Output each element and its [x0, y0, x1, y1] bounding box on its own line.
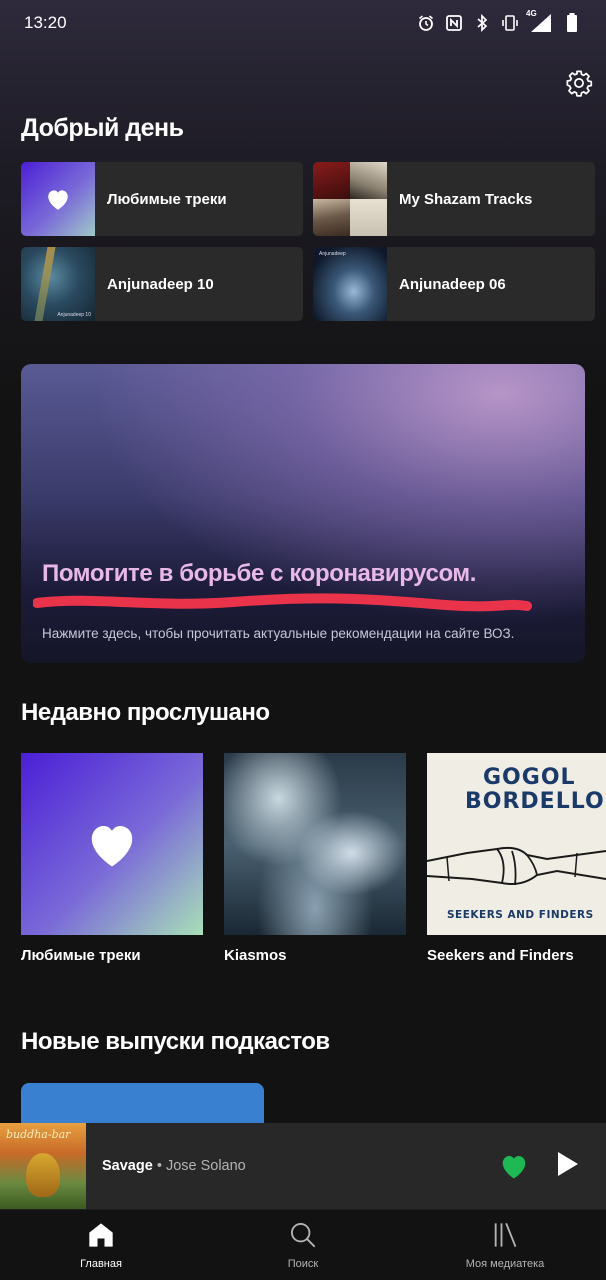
mini-player[interactable]: buddha-bar Savage • Jose Solano [0, 1123, 606, 1209]
signal-icon: 4G [526, 9, 554, 33]
new-podcast-episodes-title: Новые выпуски подкастов [21, 1028, 330, 1055]
track-separator: • [152, 1158, 166, 1174]
library-icon [490, 1220, 520, 1250]
heart-icon [48, 190, 68, 210]
status-bar: 13:20 4G [0, 0, 606, 46]
bottom-navigation: Главная Поиск Моя медиатека [0, 1209, 606, 1280]
shortcut-liked-tracks[interactable]: Любимые треки [21, 162, 303, 236]
shortcut-label: Любимые треки [107, 190, 227, 208]
nav-home[interactable]: Главная [0, 1210, 202, 1280]
nav-search[interactable]: Поиск [202, 1210, 404, 1280]
gear-icon [566, 70, 593, 97]
track-title: Savage [102, 1158, 153, 1174]
nav-label: Моя медиатека [465, 1258, 545, 1270]
bluetooth-icon [472, 13, 492, 33]
vibrate-icon [500, 13, 520, 33]
play-icon [558, 1152, 578, 1176]
greeting-title: Добрый день [21, 114, 184, 142]
shortcut-anjunadeep-10[interactable]: Anjunadeep 10 Anjunadeep 10 [21, 247, 303, 321]
banner-title: Помогите в борьбе с коронавирусом. [42, 560, 477, 587]
seekers-and-finders-art: GOGOL BORDELLO SEEKERS AND FINDERS [427, 753, 606, 935]
track-artist: Jose Solano [165, 1158, 246, 1174]
handshake-illustration [427, 846, 606, 886]
art-text-mid: BORDELLO [465, 789, 605, 814]
recently-played-title: Недавно прослушано [21, 699, 270, 726]
like-button[interactable] [499, 1152, 531, 1180]
art-text-top: GOGOL [483, 765, 576, 790]
battery-icon [562, 13, 582, 33]
covid-info-banner[interactable]: Помогите в борьбе с коронавирусом. Нажми… [21, 364, 585, 663]
art-caption: Anjunadeep 10 [57, 312, 91, 318]
nav-library[interactable]: Моя медиатека [404, 1210, 606, 1280]
recent-card-kiasmos[interactable]: Kiasmos [224, 753, 406, 964]
shortcut-label: Anjunadeep 10 [107, 275, 214, 293]
anjunadeep-06-art: Anjunadeep [313, 247, 387, 321]
art-text-bottom: SEEKERS AND FINDERS [447, 909, 594, 921]
now-playing-art: buddha-bar [0, 1123, 86, 1209]
search-icon [288, 1220, 318, 1250]
kiasmos-art [224, 753, 406, 935]
nfc-icon [444, 13, 464, 33]
heart-filled-icon [502, 1156, 526, 1179]
recent-card-liked-tracks[interactable]: Любимые треки [21, 753, 203, 964]
banner-underline-scribble [33, 593, 532, 612]
anjunadeep-10-art: Anjunadeep 10 [21, 247, 95, 321]
liked-tracks-art [21, 753, 203, 935]
art-caption: Anjunadeep [319, 251, 346, 257]
network-type-label: 4G [526, 9, 537, 18]
now-playing-art-text: buddha-bar [6, 1128, 71, 1141]
shortcut-anjunadeep-06[interactable]: Anjunadeep Anjunadeep 06 [313, 247, 595, 321]
settings-button[interactable] [562, 66, 596, 100]
recent-card-seekers-and-finders[interactable]: GOGOL BORDELLO SEEKERS AND FINDERS Seeke… [427, 753, 606, 964]
play-button[interactable] [556, 1151, 584, 1181]
shazam-collage-art [313, 162, 387, 236]
shortcut-label: My Shazam Tracks [399, 190, 533, 208]
shortcut-label: Anjunadeep 06 [399, 275, 506, 293]
shortcut-my-shazam-tracks[interactable]: My Shazam Tracks [313, 162, 595, 236]
banner-subtitle: Нажмите здесь, чтобы прочитать актуальны… [42, 626, 515, 641]
home-icon [86, 1220, 116, 1250]
heart-icon [91, 826, 133, 867]
recent-card-label: Любимые треки [21, 947, 141, 964]
nav-label: Главная [80, 1258, 122, 1270]
liked-tracks-art [21, 162, 95, 236]
recent-card-label: Seekers and Finders [427, 947, 574, 964]
nav-label: Поиск [287, 1258, 319, 1270]
recent-card-label: Kiasmos [224, 947, 287, 964]
alarm-icon [416, 13, 436, 33]
status-time: 13:20 [24, 13, 67, 32]
